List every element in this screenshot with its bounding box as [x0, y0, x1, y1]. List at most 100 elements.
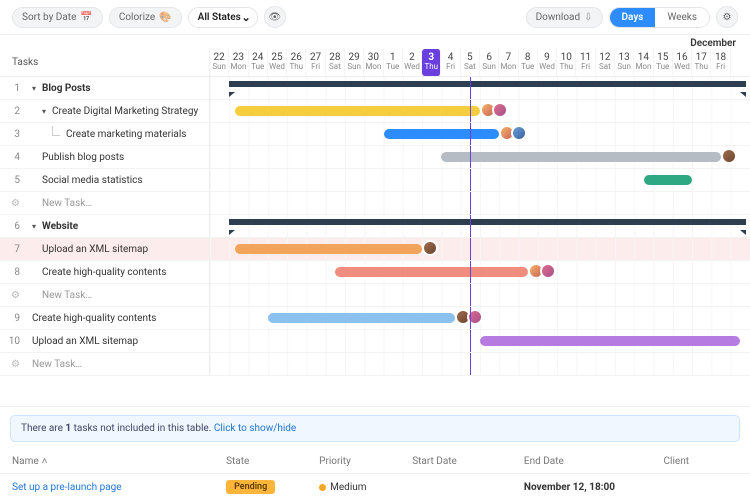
assignee-avatars[interactable]: [532, 263, 556, 279]
chart-cell[interactable]: [210, 215, 750, 237]
date-col: 18Fri: [711, 49, 730, 76]
task-side-cell[interactable]: ⚙New Task…: [0, 284, 210, 306]
collapse-icon[interactable]: ▾: [42, 107, 46, 116]
hidden-tasks-notice[interactable]: There are 1 tasks not included in this t…: [10, 415, 740, 442]
date-col: 30Mon: [364, 49, 383, 76]
task-side-cell[interactable]: 10Upload an XML sitemap: [0, 330, 210, 352]
col-client[interactable]: Client: [664, 456, 738, 467]
show-hide-link[interactable]: Click to show/hide: [214, 423, 296, 434]
task-bar[interactable]: [235, 106, 480, 116]
task-bar[interactable]: [335, 267, 528, 277]
date-col: 16Wed: [673, 49, 692, 76]
task-side-cell[interactable]: ⚙New Task…: [0, 192, 210, 214]
gantt-row[interactable]: 4Publish blog posts: [0, 146, 750, 169]
today-line: [470, 330, 471, 352]
assignee-avatars[interactable]: [725, 148, 737, 164]
gantt-row[interactable]: ⚙New Task…: [0, 353, 750, 376]
chart-cell[interactable]: [210, 261, 750, 283]
col-priority[interactable]: Priority: [319, 456, 412, 467]
gantt-row[interactable]: 8Create high-quality contents: [0, 261, 750, 284]
col-start[interactable]: Start Date: [412, 456, 524, 467]
gear-icon: ⚙: [6, 290, 20, 301]
table-row[interactable]: Set up a pre-launch page Pending Medium …: [0, 474, 750, 500]
gantt-row[interactable]: 1▾Blog Posts: [0, 77, 750, 100]
chart-cell[interactable]: [210, 192, 750, 214]
task-bar[interactable]: [644, 175, 692, 185]
date-col: 13Sun: [615, 49, 634, 76]
gantt-row[interactable]: ⚙New Task…: [0, 284, 750, 307]
task-label: New Task…: [42, 198, 92, 209]
col-state[interactable]: State: [226, 456, 319, 467]
gantt-row[interactable]: 9Create high-quality contents: [0, 307, 750, 330]
row-number: 4: [6, 152, 20, 163]
row-number: 6: [6, 221, 20, 232]
task-side-cell[interactable]: 9Create high-quality contents: [0, 307, 210, 329]
hierarchy-line-icon: [52, 126, 60, 136]
task-side-cell[interactable]: 7Upload an XML sitemap: [0, 238, 210, 260]
gantt-row[interactable]: 6▾Website: [0, 215, 750, 238]
gantt-row[interactable]: ⚙New Task…: [0, 192, 750, 215]
task-side-cell[interactable]: 8Create high-quality contents: [0, 261, 210, 283]
task-bar[interactable]: [480, 336, 740, 346]
assignee-avatars[interactable]: [426, 240, 438, 256]
task-side-cell[interactable]: 3Create marketing materials: [0, 123, 210, 145]
states-label: All States: [198, 12, 241, 23]
task-bar[interactable]: [441, 152, 721, 162]
task-side-cell[interactable]: 5Social media statistics: [0, 169, 210, 191]
avatar[interactable]: [721, 148, 737, 164]
chart-cell[interactable]: [210, 123, 750, 145]
sort-by-date-button[interactable]: Sort by Date 📅: [12, 7, 103, 28]
chart-cell[interactable]: [210, 353, 750, 375]
task-label: Create Digital Marketing Strategy: [52, 106, 198, 117]
today-line: [470, 261, 471, 283]
assignee-avatars[interactable]: [503, 125, 527, 141]
gantt-row[interactable]: 2▾Create Digital Marketing Strategy: [0, 100, 750, 123]
chart-cell[interactable]: [210, 307, 750, 329]
chart-cell[interactable]: [210, 330, 750, 352]
col-end[interactable]: End Date: [524, 456, 664, 467]
task-bar[interactable]: [268, 313, 455, 323]
colorize-button[interactable]: Colorize 🎨: [109, 7, 182, 28]
chart-cell[interactable]: [210, 77, 750, 99]
today-line: [470, 77, 471, 99]
task-side-cell[interactable]: ⚙New Task…: [0, 353, 210, 375]
task-label: New Task…: [32, 359, 82, 370]
task-bar[interactable]: [384, 129, 500, 139]
collapse-icon[interactable]: ▾: [32, 222, 36, 231]
chart-cell[interactable]: [210, 238, 750, 260]
task-side-cell[interactable]: 1▾Blog Posts: [0, 77, 210, 99]
avatar[interactable]: [492, 102, 508, 118]
avatar[interactable]: [540, 263, 556, 279]
chart-cell[interactable]: [210, 169, 750, 191]
gantt-row[interactable]: 10Upload an XML sitemap: [0, 330, 750, 353]
avatar[interactable]: [467, 309, 483, 325]
task-side-cell[interactable]: 4Publish blog posts: [0, 146, 210, 168]
task-name-link[interactable]: Set up a pre-launch page: [12, 482, 226, 493]
date-col: 9Wed: [538, 49, 557, 76]
avatar[interactable]: [422, 240, 438, 256]
task-bar[interactable]: [235, 244, 422, 254]
visibility-button[interactable]: 👁: [264, 6, 286, 28]
collapse-icon[interactable]: ▾: [32, 84, 36, 93]
gantt-row[interactable]: 3Create marketing materials: [0, 123, 750, 146]
weeks-option[interactable]: Weeks: [655, 8, 709, 27]
today-line: [470, 100, 471, 122]
date-col: 6Sun: [480, 49, 499, 76]
today-line: [470, 353, 471, 375]
col-name[interactable]: Name ˄: [12, 456, 226, 467]
states-dropdown[interactable]: All States ⌄: [188, 7, 258, 28]
state-badge: Pending: [226, 480, 275, 494]
chart-cell[interactable]: [210, 100, 750, 122]
task-side-cell[interactable]: 2▾Create Digital Marketing Strategy: [0, 100, 210, 122]
gantt-row[interactable]: 5Social media statistics: [0, 169, 750, 192]
today-line: [470, 146, 471, 168]
settings-button[interactable]: ⚙: [716, 6, 738, 28]
download-button[interactable]: Download ⇩: [526, 7, 603, 28]
chart-cell[interactable]: [210, 146, 750, 168]
task-side-cell[interactable]: 6▾Website: [0, 215, 210, 237]
assignee-avatars[interactable]: [484, 102, 508, 118]
days-option[interactable]: Days: [610, 8, 656, 27]
chart-cell[interactable]: [210, 284, 750, 306]
gantt-row[interactable]: 7Upload an XML sitemap: [0, 238, 750, 261]
avatar[interactable]: [511, 125, 527, 141]
